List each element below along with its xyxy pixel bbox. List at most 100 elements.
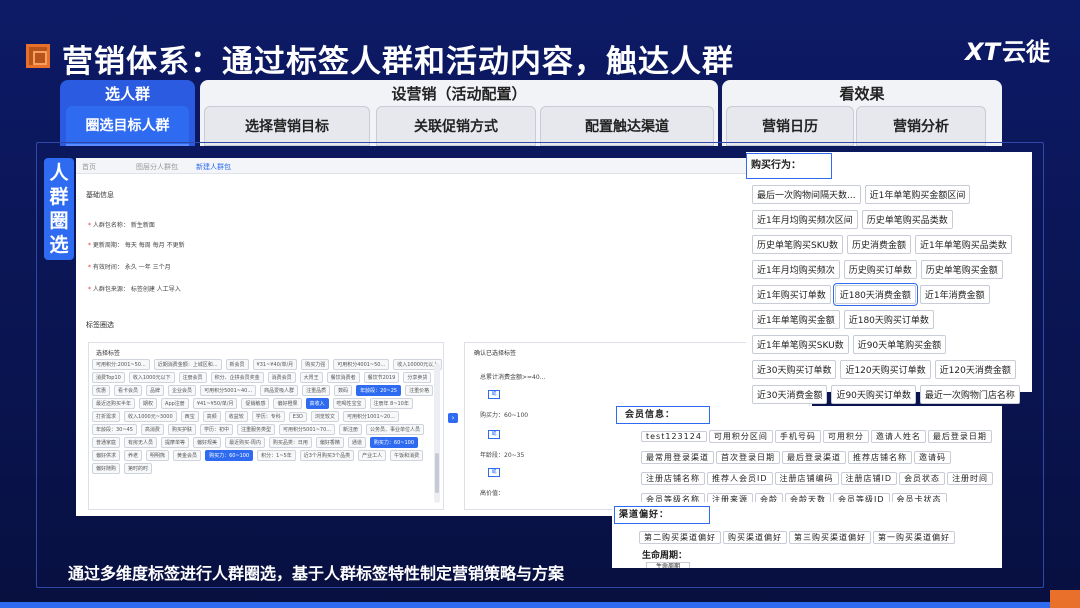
form-row-valid[interactable]: * 有效时间： 永久 一年 三个月	[88, 262, 171, 271]
tag-chip[interactable]: 分享卖货	[403, 372, 432, 383]
tag-chip[interactable]: 第时的时	[124, 463, 153, 474]
tag-chip[interactable]: 收益较	[224, 411, 248, 422]
tag-chip[interactable]: 促销敏感	[241, 398, 270, 409]
tag-chip[interactable]: 新会员	[225, 359, 249, 370]
purchase-tag-chip[interactable]: 近180天购买订单数	[843, 310, 934, 329]
tab-reach-channel[interactable]: 配置触达渠道	[540, 106, 714, 146]
tag-chip[interactable]: 可用积分1001~20...	[342, 411, 399, 422]
tag-chip[interactable]: 近期消费金额：上城区和...	[153, 359, 222, 370]
purchase-tag-chip[interactable]: 历史购买订单数	[843, 260, 917, 279]
member-tag-chip[interactable]: 可用积分区间	[708, 430, 773, 443]
tab-target-crowd[interactable]: 圈选目标人群	[66, 106, 189, 146]
lifecycle-chip[interactable]: 生命周期	[646, 562, 690, 568]
tab-marketing-analysis[interactable]: 营销分析	[856, 106, 986, 146]
tag-chip[interactable]: 可用积分5001~70...	[278, 424, 336, 435]
tag-chip[interactable]: 近3个月购买3个品类	[299, 450, 355, 461]
tag-chip[interactable]: 注重价格	[405, 385, 434, 396]
tag-chip[interactable]: 黄金会员	[173, 450, 202, 461]
tag-chip[interactable]: 最近购买-周内	[225, 437, 265, 448]
member-tag-chip[interactable]: 推荐人会员ID	[707, 472, 773, 485]
purchase-tag-chip[interactable]: 近120天消费金额	[934, 360, 1016, 379]
member-tag-chip[interactable]: 推荐店铺名称	[848, 451, 912, 464]
purchase-tag-chip[interactable]: 近1年月均购买频次区间	[752, 210, 858, 229]
tag-chip[interactable]: 购买品类：日用	[268, 437, 312, 448]
tag-chip[interactable]: 消费Top10	[92, 372, 125, 383]
tag-chip[interactable]: 看卡会员	[114, 385, 143, 396]
purchase-tag-chip[interactable]: 历史单笔购买品类数	[861, 210, 953, 229]
tag-chip[interactable]: 高收入	[305, 398, 329, 409]
tag-chip[interactable]: 企业会员	[168, 385, 197, 396]
tag-chip[interactable]: 高消费	[140, 424, 164, 435]
tab-promotion-method[interactable]: 关联促销方式	[376, 106, 536, 146]
tag-chip[interactable]: 偏好随购	[92, 463, 121, 474]
tag-chip[interactable]: 购买力：60~100	[369, 437, 419, 448]
form-row-name[interactable]: * 人群包名称： 新生新面	[88, 220, 155, 229]
tag-chip[interactable]: 吃喝性宝宝	[332, 398, 366, 409]
purchase-tag-chip[interactable]: 近120天购买订单数	[840, 360, 931, 379]
tag-chip[interactable]: 午饭和消费	[390, 450, 424, 461]
member-tag-chip[interactable]: 邀请码	[914, 451, 951, 464]
member-tag-chip[interactable]: 注册店铺名称	[641, 472, 705, 485]
purchase-tag-chip[interactable]: 历史消费金额	[846, 235, 911, 254]
tag-chip[interactable]: 购买力：60~100	[205, 450, 254, 461]
purchase-tag-chip[interactable]: 近90天单笔购买金额	[852, 335, 947, 354]
tag-chip[interactable]: 养老	[124, 450, 143, 461]
tag-chip[interactable]: 偏好香精	[315, 437, 344, 448]
tag-chip[interactable]: 优惠	[92, 385, 111, 396]
tag-chip[interactable]: 年龄段：20~25	[356, 385, 402, 396]
tab-marketing-goal[interactable]: 选择营销目标	[204, 106, 370, 146]
tag-chip[interactable]: 通道	[347, 437, 366, 448]
or-badge[interactable]: 或	[488, 468, 500, 477]
purchase-tag-chip[interactable]: 最后一次购物间隔天数...	[752, 185, 861, 204]
tag-chip[interactable]: 可用积分4001~50...	[333, 359, 390, 370]
tag-chip[interactable]: 积分：1~5年	[257, 450, 296, 461]
tag-chip[interactable]: 偏好橙果	[273, 398, 302, 409]
tag-chip[interactable]: 注重品质	[302, 385, 331, 396]
channel-tag-chip[interactable]: 第三购买渠道偏好	[789, 531, 871, 544]
tag-chip[interactable]: 提摩单等	[161, 437, 190, 448]
channel-tag-chip[interactable]: 第二购买渠道偏好	[639, 531, 721, 544]
member-tag-chip[interactable]: 最常用登录渠道	[641, 451, 714, 464]
member-tag-chip[interactable]: 注册店铺ID	[840, 472, 898, 485]
tag-chip[interactable]: E3D	[288, 412, 307, 422]
purchase-tag-chip[interactable]: 近1年月均购买频次	[752, 260, 840, 279]
or-badge[interactable]: 或	[488, 390, 500, 399]
tag-chip[interactable]: 偏好规美	[193, 437, 222, 448]
form-row-cycle[interactable]: * 更新周期： 每天 每周 每月 不更新	[88, 240, 185, 249]
shot-tab-new-crowd[interactable]: 新建人群包	[196, 162, 231, 172]
tag-chip[interactable]: 明明熊	[146, 450, 170, 461]
tag-chip[interactable]: 数码	[334, 385, 353, 396]
tag-chip[interactable]: 学历：初中	[199, 424, 233, 435]
tag-chip[interactable]: 可用积分5001~40...	[200, 385, 257, 396]
or-badge[interactable]: 或	[488, 430, 500, 439]
member-tag-chip[interactable]: 首次登录日期	[716, 451, 780, 464]
tag-chip[interactable]: 年龄段：30~45	[92, 424, 137, 435]
purchase-tag-chip[interactable]: 近90天购买订单数	[831, 385, 916, 404]
purchase-tag-chip[interactable]: 近1年单笔购买金额区间	[864, 185, 971, 204]
shot-tab-crowd-list[interactable]: 图层分人群包	[136, 162, 178, 172]
tag-chip[interactable]: 收入1000元~3000	[124, 411, 177, 422]
tag-scrollbar[interactable]	[434, 363, 440, 503]
form-row-source[interactable]: * 人群包来源： 标签创建 人工导入	[88, 284, 181, 293]
tag-chip[interactable]: 高频	[202, 411, 221, 422]
member-tag-chip[interactable]: 注册时间	[947, 472, 994, 485]
member-tag-chip[interactable]: 可用积分	[822, 430, 869, 443]
purchase-tag-chip[interactable]: 近1年购买订单数	[752, 285, 831, 304]
purchase-tag-chip[interactable]: 历史单笔购买金额	[920, 260, 1003, 279]
tag-chip[interactable]: 西宝	[180, 411, 199, 422]
tag-chip[interactable]: 新注册	[339, 424, 363, 435]
tag-chip[interactable]: ¥41~¥50/单/月	[192, 398, 238, 409]
tag-chip[interactable]: 有房无人员	[124, 437, 158, 448]
purchase-tag-chip[interactable]: 近30天消费金额	[752, 385, 828, 404]
tag-chip[interactable]: ¥31~¥40/单/月	[252, 359, 298, 370]
tag-chip[interactable]: 产业工人	[358, 450, 387, 461]
tag-chip[interactable]: 打折需求	[92, 411, 121, 422]
tag-chip[interactable]: 积分、企拼会员奖金	[210, 372, 264, 383]
tag-chip[interactable]: 浏览较文	[310, 411, 339, 422]
channel-tag-chip[interactable]: 第一购买渠道偏好	[873, 531, 955, 544]
purchase-tag-chip[interactable]: 最近一次购物门店名称	[919, 385, 1020, 404]
tab-marketing-calendar[interactable]: 营销日历	[726, 106, 854, 146]
tag-chip[interactable]: 注册年 8~10年	[369, 398, 413, 409]
tag-chip[interactable]: 购买护肤	[167, 424, 196, 435]
tag-chip[interactable]: 消费会员	[267, 372, 296, 383]
